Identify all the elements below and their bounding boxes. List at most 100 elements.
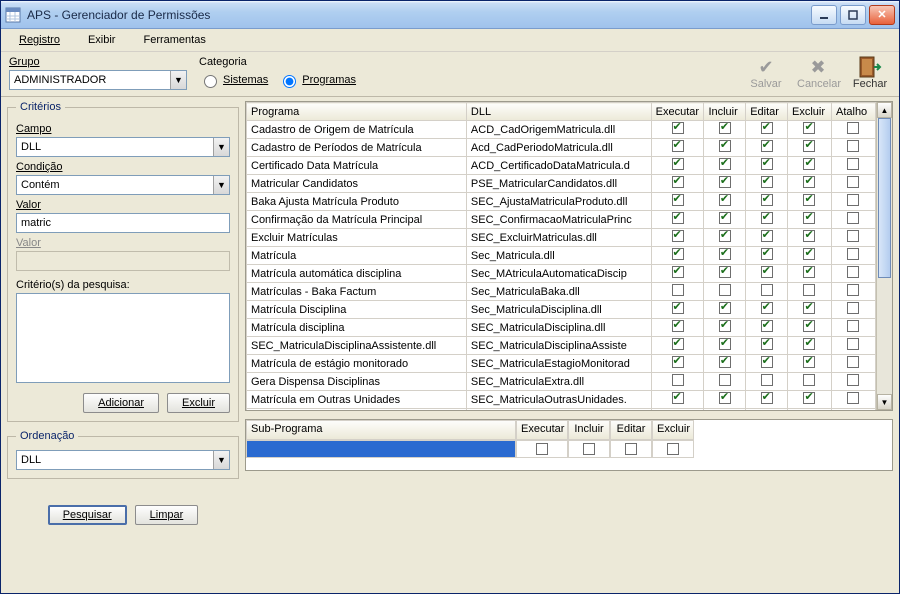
- checkbox[interactable]: [761, 194, 773, 206]
- checkbox[interactable]: [847, 176, 859, 188]
- menu-ferramentas[interactable]: Ferramentas: [131, 32, 217, 48]
- checkbox[interactable]: [847, 248, 859, 260]
- checkbox[interactable]: [803, 212, 815, 224]
- checkbox[interactable]: [761, 248, 773, 260]
- checkbox[interactable]: [672, 248, 684, 260]
- table-row[interactable]: Matrícula em Outras UnidadesSEC_Matricul…: [247, 391, 876, 409]
- checkbox[interactable]: [719, 248, 731, 260]
- scroll-up-icon[interactable]: ▲: [877, 102, 892, 118]
- checkbox[interactable]: [719, 302, 731, 314]
- table-row[interactable]: Matricular CandidatosPSE_MatricularCandi…: [247, 175, 876, 193]
- subcol-incluir[interactable]: Incluir: [568, 420, 610, 440]
- radio-sistemas[interactable]: Sistemas: [199, 72, 268, 88]
- checkbox[interactable]: [847, 374, 859, 386]
- checkbox[interactable]: [719, 266, 731, 278]
- col-editar[interactable]: Editar: [746, 103, 788, 121]
- checkbox[interactable]: [803, 140, 815, 152]
- campo-input[interactable]: [17, 139, 213, 155]
- checkbox[interactable]: [761, 356, 773, 368]
- checkbox[interactable]: [672, 140, 684, 152]
- checkbox[interactable]: [719, 212, 731, 224]
- subcol-editar[interactable]: Editar: [610, 420, 652, 440]
- checkbox[interactable]: [847, 320, 859, 332]
- adicionar-button[interactable]: Adicionar: [83, 393, 159, 413]
- checkbox[interactable]: [672, 284, 684, 296]
- radio-programas[interactable]: Programas: [278, 72, 356, 88]
- grupo-combo[interactable]: ▼: [9, 70, 187, 90]
- checkbox[interactable]: [719, 320, 731, 332]
- checkbox[interactable]: [672, 176, 684, 188]
- scroll-thumb[interactable]: [878, 118, 891, 278]
- checkbox[interactable]: [719, 194, 731, 206]
- table-row[interactable]: Matrículas - Baka FactumSec_MatriculaBak…: [247, 283, 876, 301]
- campo-combo[interactable]: ▼: [16, 137, 230, 157]
- checkbox[interactable]: [672, 392, 684, 404]
- checkbox[interactable]: [672, 212, 684, 224]
- checkbox[interactable]: [803, 122, 815, 134]
- checkbox[interactable]: [761, 122, 773, 134]
- checkbox[interactable]: [672, 230, 684, 242]
- table-row[interactable]: Confirmação da Matrícula PrincipalSEC_Co…: [247, 211, 876, 229]
- checkbox[interactable]: [761, 230, 773, 242]
- checkbox[interactable]: [847, 140, 859, 152]
- checkbox[interactable]: [761, 338, 773, 350]
- checkbox[interactable]: [761, 140, 773, 152]
- checkbox[interactable]: [719, 158, 731, 170]
- checkbox[interactable]: [719, 176, 731, 188]
- table-row[interactable]: MatrículaSec_Matricula.dll: [247, 247, 876, 265]
- col-executar[interactable]: Executar: [651, 103, 704, 121]
- checkbox[interactable]: [803, 338, 815, 350]
- grupo-input[interactable]: [10, 72, 170, 88]
- checkbox[interactable]: [847, 266, 859, 278]
- col-incluir[interactable]: Incluir: [704, 103, 746, 121]
- checkbox[interactable]: [672, 356, 684, 368]
- subcol-subprograma[interactable]: Sub-Programa: [246, 420, 516, 440]
- minimize-button[interactable]: [811, 5, 837, 25]
- checkbox[interactable]: [803, 176, 815, 188]
- checkbox[interactable]: [847, 194, 859, 206]
- table-row[interactable]: Matrícula de estágio monitoradoSEC_Matri…: [247, 355, 876, 373]
- subgrid-selected-row[interactable]: [246, 440, 892, 458]
- subcol-executar[interactable]: Executar: [516, 420, 568, 440]
- table-row[interactable]: Cadastro de Origem de MatrículaACD_CadOr…: [247, 121, 876, 139]
- table-row[interactable]: Relatório de estatística de matrículasSE…: [247, 409, 876, 411]
- checkbox[interactable]: [719, 140, 731, 152]
- col-programa[interactable]: Programa: [247, 103, 467, 121]
- checkbox[interactable]: [803, 374, 815, 386]
- pesquisar-button[interactable]: Pesquisar: [48, 505, 127, 525]
- menu-registro[interactable]: Registro: [7, 32, 72, 48]
- checkbox[interactable]: [803, 230, 815, 242]
- menu-exibir[interactable]: Exibir: [76, 32, 128, 48]
- table-row[interactable]: Excluir MatrículasSEC_ExcluirMatriculas.…: [247, 229, 876, 247]
- checkbox[interactable]: [719, 392, 731, 404]
- checkbox[interactable]: [719, 356, 731, 368]
- table-row[interactable]: Certificado Data MatrículaACD_Certificad…: [247, 157, 876, 175]
- checkbox[interactable]: [719, 284, 731, 296]
- checkbox[interactable]: [847, 338, 859, 350]
- checkbox[interactable]: [672, 158, 684, 170]
- checkbox[interactable]: [761, 212, 773, 224]
- checkbox[interactable]: [625, 443, 637, 455]
- checkbox[interactable]: [803, 320, 815, 332]
- ordenacao-input[interactable]: [17, 452, 213, 468]
- checkbox[interactable]: [536, 443, 548, 455]
- checkbox[interactable]: [672, 320, 684, 332]
- checkbox[interactable]: [847, 392, 859, 404]
- checkbox[interactable]: [672, 122, 684, 134]
- col-excluir[interactable]: Excluir: [788, 103, 832, 121]
- ordenacao-combo[interactable]: ▼: [16, 450, 230, 470]
- table-row[interactable]: Matrícula automática disciplinaSec_MAtri…: [247, 265, 876, 283]
- valor-input[interactable]: [16, 213, 230, 233]
- checkbox[interactable]: [719, 230, 731, 242]
- criterios-list[interactable]: [16, 293, 230, 383]
- subcol-excluir[interactable]: Excluir: [652, 420, 694, 440]
- grid-scroll[interactable]: Programa DLL Executar Incluir Editar Exc…: [246, 102, 876, 410]
- checkbox[interactable]: [672, 338, 684, 350]
- chevron-down-icon[interactable]: ▼: [213, 138, 229, 156]
- condicao-combo[interactable]: ▼: [16, 175, 230, 195]
- checkbox[interactable]: [803, 266, 815, 278]
- checkbox[interactable]: [803, 302, 815, 314]
- maximize-button[interactable]: [840, 5, 866, 25]
- scroll-down-icon[interactable]: ▼: [877, 394, 892, 410]
- table-row[interactable]: Matrícula disciplinaSEC_MatriculaDiscipl…: [247, 319, 876, 337]
